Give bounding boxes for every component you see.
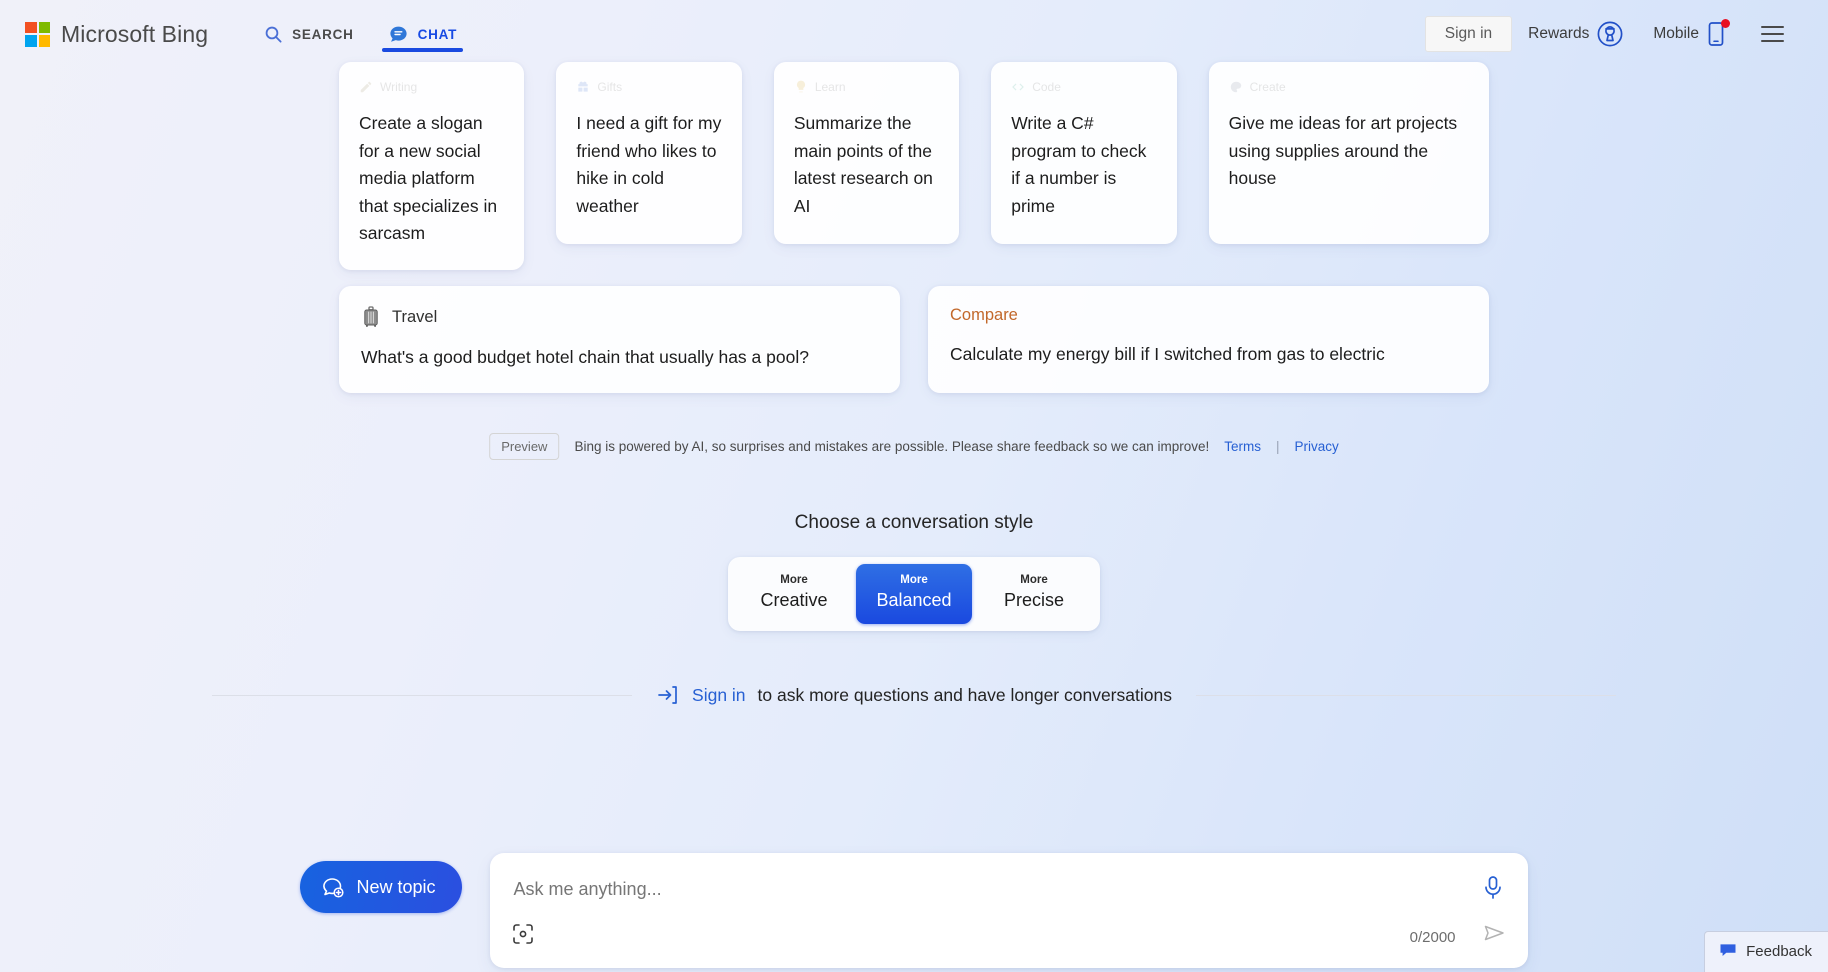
signin-prompt: Sign in to ask more questions and have l… — [632, 683, 1196, 707]
microsoft-logo — [25, 21, 50, 47]
palette-icon — [1230, 81, 1241, 93]
prompt-card-header: Travel — [361, 306, 878, 328]
new-topic-label: New topic — [356, 876, 436, 897]
pencil-icon — [360, 81, 372, 93]
suggestion-card[interactable]: Code Write a C# program to check if a nu… — [991, 62, 1177, 244]
suggestion-card-header: Learn — [794, 80, 939, 94]
search-icon — [265, 26, 282, 43]
prompt-card-question: What's a good budget hotel chain that us… — [361, 347, 809, 367]
suggestion-card-text: I need a gift for my friend who likes to… — [576, 113, 722, 216]
suggestion-card-chip: Create — [1249, 80, 1286, 94]
character-counter: 0/2000 — [1409, 929, 1456, 946]
style-option-precise[interactable]: More Precise — [976, 564, 1092, 624]
divider-left — [212, 694, 633, 696]
mobile-button[interactable]: Mobile — [1641, 12, 1739, 56]
privacy-link[interactable]: Privacy — [1295, 439, 1339, 454]
chat-input-box[interactable]: Ask me anything... 0/2000 — [489, 853, 1528, 968]
prompt-card-question: Calculate my energy bill if I switched f… — [950, 344, 1385, 364]
preview-badge: Preview — [489, 433, 560, 460]
prompt-card-header: Compare — [950, 306, 1467, 325]
feedback-button[interactable]: Feedback — [1704, 931, 1828, 972]
prompt-cards-row: Travel What's a good budget hotel chain … — [339, 286, 1489, 393]
suggestion-card-text: Write a C# program to check if a number … — [1011, 113, 1147, 216]
top-header: Microsoft Bing SEARCH CHAT Sign in Rewar… — [0, 0, 1828, 68]
suggestion-card-chip: Gifts — [597, 80, 623, 94]
suggestion-card[interactable]: Gifts I need a gift for my friend who li… — [556, 62, 742, 244]
microphone-icon[interactable] — [1482, 875, 1504, 906]
header-nav-tabs: SEARCH CHAT — [254, 0, 467, 68]
divider-right — [1195, 694, 1616, 696]
style-option-label: Balanced — [876, 590, 952, 610]
signin-prompt-link[interactable]: Sign in — [692, 685, 746, 706]
suggestion-card-text: Summarize the main points of the latest … — [793, 113, 933, 216]
disclaimer-row: Preview Bing is powered by AI, so surpri… — [489, 433, 1339, 460]
style-option-label: Precise — [1003, 590, 1065, 610]
rewards-label: Rewards — [1528, 25, 1590, 42]
code-icon — [1012, 83, 1025, 91]
send-arrow-icon[interactable] — [1482, 921, 1506, 950]
suggestion-card-chip: Code — [1032, 80, 1061, 94]
suggestion-card-header: Code — [1011, 80, 1156, 94]
style-option-balanced[interactable]: More Balanced — [856, 564, 972, 624]
rewards-medal-icon — [1597, 21, 1623, 47]
hamburger-menu-icon[interactable] — [1749, 16, 1796, 52]
style-option-creative[interactable]: More Creative — [736, 564, 852, 624]
mobile-label: Mobile — [1653, 25, 1699, 42]
rewards-button[interactable]: Rewards — [1516, 12, 1637, 56]
style-option-prefix: More — [900, 574, 928, 586]
prompt-card-compare[interactable]: Compare Calculate my energy bill if I sw… — [928, 286, 1489, 393]
chat-home-main: Writing Create a slogan for a new social… — [0, 0, 1828, 972]
suitcase-icon — [364, 306, 378, 327]
suggestion-card[interactable]: Learn Summarize the main points of the l… — [773, 62, 960, 244]
suggestion-card[interactable]: Writing Create a slogan for a new social… — [339, 62, 525, 270]
lightbulb-icon — [796, 80, 805, 93]
feedback-bubble-icon — [1720, 944, 1736, 956]
feedback-label: Feedback — [1746, 942, 1812, 960]
sign-in-arrow-icon — [658, 686, 677, 704]
suggestion-card-header: Create — [1229, 80, 1469, 94]
suggestion-card[interactable]: Create Give me ideas for art projects us… — [1208, 62, 1490, 244]
bing-brand[interactable]: Microsoft Bing — [25, 21, 208, 48]
composer-bar: New topic Ask me anything... 0/2000 — [0, 838, 1828, 972]
visual-search-icon[interactable] — [512, 923, 534, 950]
new-topic-button[interactable]: New topic — [300, 861, 462, 913]
disclaimer-separator: | — [1276, 439, 1280, 454]
terms-link[interactable]: Terms — [1224, 439, 1261, 454]
notification-dot — [1721, 19, 1730, 28]
signin-prompt-row: Sign in to ask more questions and have l… — [212, 683, 1616, 707]
style-option-label: Creative — [760, 590, 828, 610]
brand-name: Microsoft Bing — [61, 20, 209, 47]
suggestion-card-header: Writing — [359, 80, 504, 94]
chat-input-placeholder: Ask me anything... — [513, 879, 662, 899]
style-option-prefix: More — [780, 574, 808, 586]
prompt-card-category: Compare — [950, 306, 1018, 324]
suggestion-card-header: Gifts — [576, 80, 721, 94]
tab-search[interactable]: SEARCH — [254, 0, 364, 68]
suggestion-card-chip: Learn — [814, 80, 846, 94]
style-option-prefix: More — [1020, 574, 1048, 586]
suggestion-card-text: Create a slogan for a new social media p… — [359, 113, 498, 243]
suggestion-cards-row: Writing Create a slogan for a new social… — [339, 62, 1490, 270]
conversation-style-group: More Creative More Balanced More Precise — [728, 557, 1100, 631]
header-right-actions: Sign in Rewards Mobile — [1424, 12, 1806, 56]
suggestion-card-chip: Writing — [380, 80, 418, 94]
tab-chat[interactable]: CHAT — [378, 0, 468, 68]
sign-in-button[interactable]: Sign in — [1424, 16, 1513, 52]
new-chat-plus-icon — [323, 878, 345, 898]
tab-chat-label: CHAT — [417, 26, 458, 42]
signin-prompt-tail: to ask more questions and have longer co… — [757, 684, 1172, 705]
suggestion-card-text: Give me ideas for art projects using sup… — [1228, 113, 1458, 188]
conversation-style-title: Choose a conversation style — [794, 512, 1034, 533]
tab-search-label: SEARCH — [292, 26, 354, 42]
disclaimer-text: Bing is powered by AI, so surprises and … — [574, 439, 1210, 454]
prompt-card-travel[interactable]: Travel What's a good budget hotel chain … — [339, 286, 900, 393]
chat-bubble-icon — [390, 26, 407, 42]
gift-icon — [578, 81, 589, 92]
prompt-card-category: Travel — [392, 307, 438, 326]
